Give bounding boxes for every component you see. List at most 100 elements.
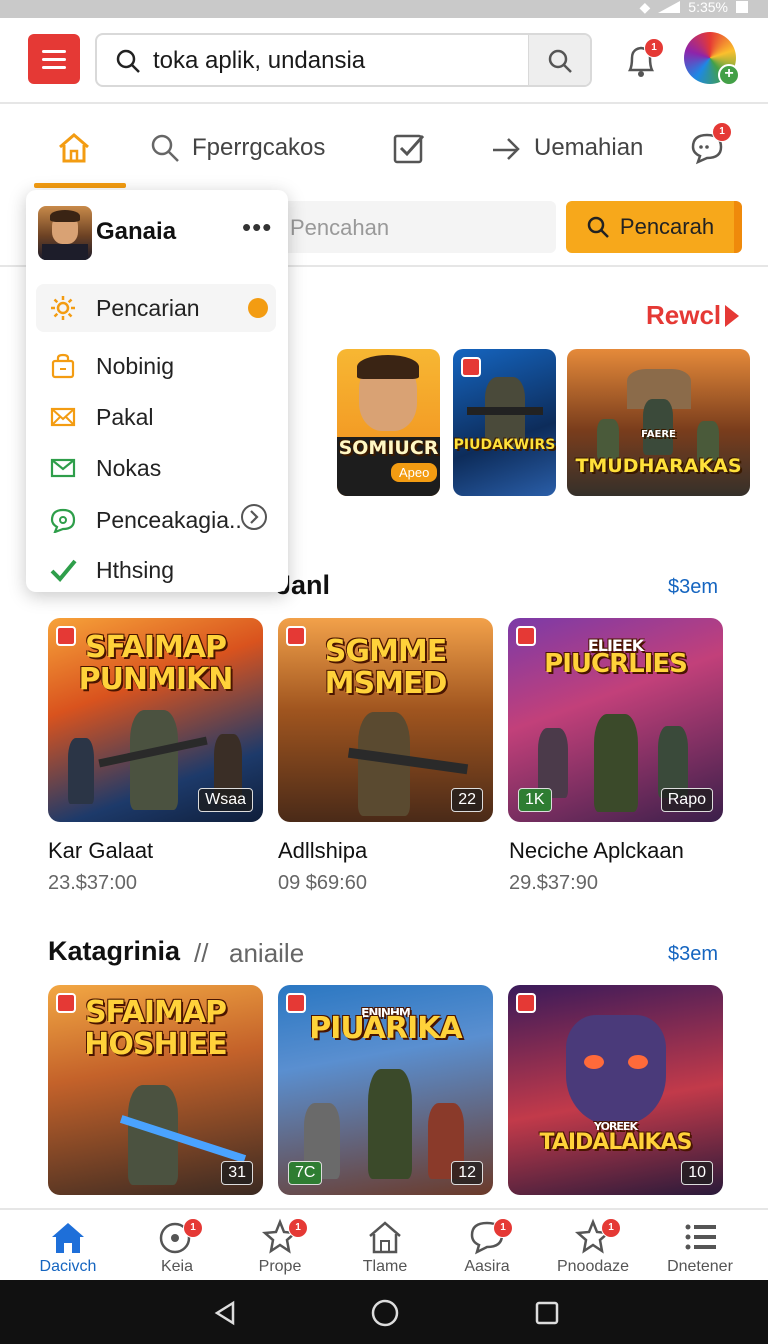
menu-item-label: Nokas <box>96 454 162 481</box>
featured-card[interactable]: FAERE TMUDHARAKAS <box>567 349 750 496</box>
mail-icon <box>48 402 78 432</box>
add-icon: + <box>718 64 740 86</box>
search-icon <box>151 134 179 162</box>
game-card-title: SGMME MSMED <box>324 634 448 701</box>
nav-label: Dacivch <box>39 1258 97 1275</box>
game-card-tag: 31 <box>221 1161 253 1185</box>
recents-icon[interactable] <box>534 1300 560 1326</box>
user-dropdown-menu: Ganaia ••• Pencarian Nobinig Pakal Nokas… <box>26 190 288 592</box>
see-all-link[interactable]: $3em <box>668 943 718 966</box>
menu-item-pakal[interactable]: Pakal <box>36 393 276 441</box>
nav-item[interactable]: 1 Aasira <box>437 1218 537 1276</box>
section-subtitle: aniaile <box>229 938 305 968</box>
app-name[interactable]: Adllshipa <box>278 838 367 864</box>
featured-card-title: PIUDAKWIRS <box>453 437 556 453</box>
game-card[interactable]: SFAIMAP HOSHIEE 31 <box>48 985 263 1195</box>
see-all-link[interactable]: $3em <box>668 576 718 599</box>
check-icon <box>48 555 78 585</box>
notifications-button[interactable]: 1 <box>618 38 664 84</box>
game-card[interactable]: SFAIMAP PUNMIKN Wsaa <box>48 618 263 822</box>
profile-avatar[interactable]: + <box>684 32 740 86</box>
section-subtitle-slash: // <box>194 938 209 968</box>
nav-label: Prope <box>258 1258 302 1275</box>
game-card-tag: 12 <box>451 1161 483 1185</box>
list-icon <box>685 1224 716 1250</box>
more-options-icon[interactable]: ••• <box>242 212 272 243</box>
nav-badge: 1 <box>288 1218 308 1238</box>
search-icon <box>587 216 609 238</box>
back-icon[interactable] <box>212 1300 238 1326</box>
app-name[interactable]: Neciche Aplckaan <box>509 838 684 864</box>
tab-label: Fperrgcakos <box>192 134 326 161</box>
status-dot-icon <box>248 298 268 318</box>
soldier-figure <box>368 1069 412 1179</box>
arrow-right-icon <box>493 138 520 160</box>
secondary-search-input[interactable]: Pencahan <box>280 201 556 253</box>
menu-item-hthsing[interactable]: Hthsing <box>36 546 276 594</box>
menu-item-label: Pakal <box>96 403 154 430</box>
home-icon <box>52 1223 84 1253</box>
featured-card[interactable]: PIUDAKWIRS <box>453 349 556 496</box>
search-bar[interactable]: toka aplik, undansia <box>95 33 592 87</box>
tab-home[interactable] <box>56 128 92 168</box>
nav-home[interactable]: Dacivch <box>18 1218 118 1276</box>
active-tab-indicator <box>34 183 126 188</box>
menu-item-nokas[interactable]: Nokas <box>36 444 276 492</box>
nav-label: Keia <box>160 1258 194 1275</box>
nav-item[interactable]: Dnetener <box>650 1218 750 1276</box>
play-arrow-icon <box>725 304 740 327</box>
soldier-figure <box>643 399 673 455</box>
game-card-tag: 22 <box>451 788 483 812</box>
app-name[interactable]: Kar Galaat <box>48 838 153 864</box>
tab-tasks[interactable] <box>392 128 426 168</box>
featured-card-title: TMUDHARAKAS <box>575 455 742 477</box>
notification-badge: 1 <box>644 38 664 58</box>
menu-item-pencarian[interactable]: Pencarian <box>36 284 276 332</box>
soldier-figure <box>130 710 178 810</box>
nav-badge: 1 <box>493 1218 513 1238</box>
game-card[interactable]: SGMME MSMED 22 <box>278 618 493 822</box>
nav-item[interactable]: Tlame <box>335 1218 435 1276</box>
menu-item-nobinig[interactable]: Nobinig <box>36 342 276 390</box>
nav-badge: 1 <box>601 1218 621 1238</box>
tab-search[interactable]: Fperrgcakos <box>150 128 325 168</box>
nav-item[interactable]: 1 Pnoodaze <box>543 1218 643 1276</box>
game-card[interactable]: ENINHM PIUARIKA 7C 12 <box>278 985 493 1195</box>
featured-card[interactable]: SOMIUCR Apeo <box>337 349 440 496</box>
app-logo-icon <box>516 993 536 1013</box>
game-card-title: SFAIMAP HOSHIEE <box>84 995 227 1062</box>
game-card[interactable]: ELIEEK PIUCRLIES 1K Rapo <box>508 618 723 822</box>
hamburger-icon <box>42 49 66 53</box>
tab-share[interactable]: Uemahian <box>490 128 643 168</box>
search-action-label: Pencarah <box>619 214 715 239</box>
app-price: 09 $69:60 <box>278 872 367 894</box>
game-card-tag: 10 <box>681 1161 713 1185</box>
featured-link-label: Rewcl <box>646 300 722 330</box>
nav-item[interactable]: 1 Prope <box>230 1218 330 1276</box>
game-card-title: TAIDALAIKAS <box>539 1130 693 1155</box>
status-bar: ◆ 5:35% <box>0 0 768 18</box>
home-circle-icon[interactable] <box>370 1298 400 1328</box>
game-card-tag: Wsaa <box>198 788 253 812</box>
system-navigation-bar <box>0 1280 768 1344</box>
signal-icon <box>658 1 681 13</box>
search-input[interactable]: toka aplik, undansia <box>153 47 365 75</box>
tab-messages[interactable]: 1 <box>690 122 732 168</box>
nav-label: Tlame <box>362 1258 408 1275</box>
menu-item-penceakagia[interactable]: Penceakagia.. <box>36 496 276 544</box>
nav-label: Pnoodaze <box>556 1258 630 1275</box>
featured-see-more-link[interactable]: Rewcl <box>646 300 741 331</box>
nav-label: Dnetener <box>667 1258 733 1275</box>
search-submit-button[interactable] <box>528 35 590 85</box>
chevron-right-icon <box>240 503 268 537</box>
checkbox-icon <box>393 134 425 164</box>
game-card-tag: 7C <box>288 1161 323 1185</box>
nav-item[interactable]: 1 Keia <box>127 1218 227 1276</box>
game-card[interactable]: YOREEK TAIDALAIKAS 10 <box>508 985 723 1195</box>
user-name: Ganaia <box>96 218 177 245</box>
menu-button[interactable] <box>28 34 80 84</box>
secondary-search-placeholder: Pencahan <box>290 215 390 240</box>
menu-item-label: Hthsing <box>96 556 174 583</box>
search-action-button[interactable]: Pencarah <box>566 201 742 253</box>
user-avatar[interactable] <box>38 206 92 260</box>
